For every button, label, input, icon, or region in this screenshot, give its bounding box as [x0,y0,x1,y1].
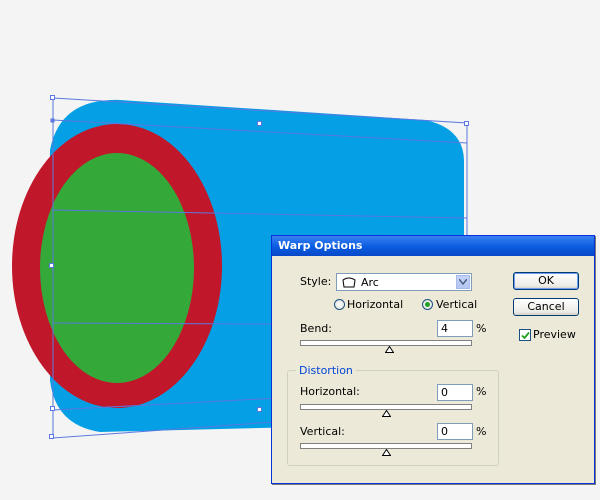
radio-selected-dot [425,302,430,307]
anchor-point[interactable] [50,406,55,411]
green-ellipse[interactable] [40,153,194,383]
checkmark-icon [521,331,530,340]
horizontal-distortion-unit: % [476,385,487,398]
horizontal-distortion-label: Horizontal: [300,385,360,398]
preview-label: Preview [533,328,576,341]
distortion-group-title: Distortion [296,364,356,377]
vertical-radio[interactable] [422,299,433,310]
chevron-down-icon[interactable] [456,275,470,289]
horizontal-radio[interactable] [334,299,345,310]
bend-unit: % [476,322,487,335]
dialog-title: Warp Options [272,236,594,256]
ok-button[interactable]: OK [513,272,579,290]
vertical-distortion-input[interactable]: 0 [437,423,473,440]
preview-checkbox[interactable] [519,329,531,341]
anchor-point[interactable] [50,118,55,123]
style-dropdown-value: Arc [361,276,379,289]
bend-input[interactable]: 4 [437,320,473,337]
horizontal-distortion-slider-thumb[interactable] [382,410,391,417]
horizontal-distortion-input[interactable]: 0 [437,384,473,401]
horizontal-radio-label: Horizontal [347,298,404,311]
vertical-distortion-unit: % [476,425,487,438]
vertical-distortion-label: Vertical: [300,425,345,438]
cancel-button[interactable]: Cancel [513,298,579,316]
style-label: Style: [300,275,332,288]
bend-label: Bend: [300,322,332,335]
vertical-radio-label: Vertical [436,298,478,311]
style-dropdown[interactable]: Arc [336,273,472,291]
bend-slider-thumb[interactable] [385,346,394,353]
arc-warp-icon [342,277,356,288]
vertical-distortion-slider-thumb[interactable] [382,449,391,456]
